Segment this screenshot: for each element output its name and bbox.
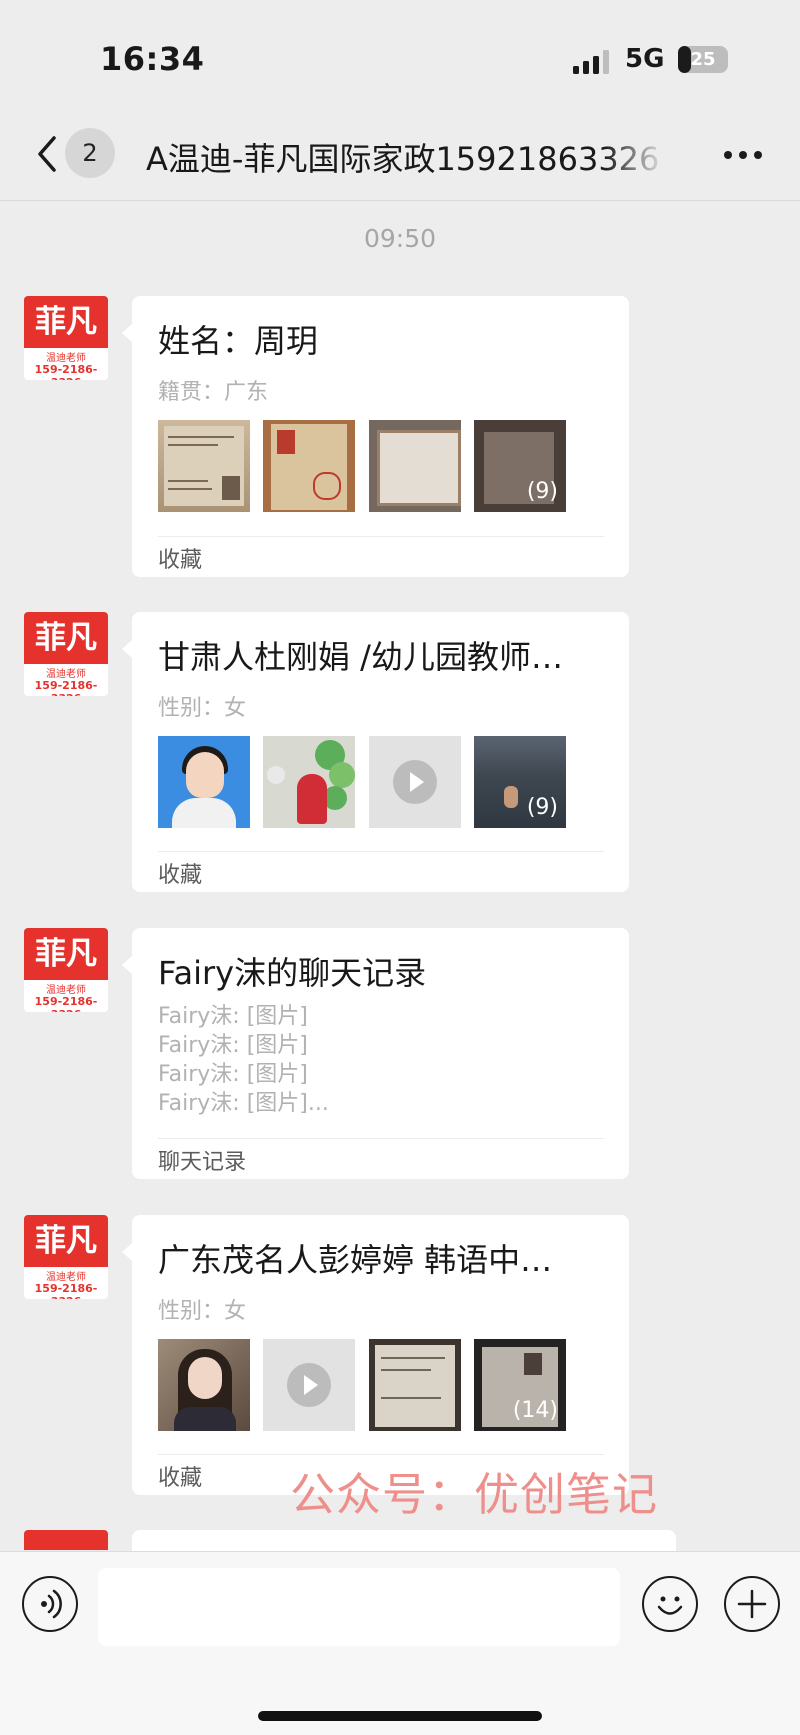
message-input[interactable]	[98, 1568, 620, 1646]
unread-count-badge[interactable]: 2	[65, 128, 115, 178]
card-divider	[158, 536, 604, 537]
chevron-left-icon[interactable]	[28, 132, 68, 176]
avatar-brand: 菲凡	[24, 1215, 108, 1267]
card-footer: 收藏	[158, 548, 203, 573]
thumbnail-video[interactable]	[263, 1339, 355, 1431]
battery-percent: 25	[690, 49, 716, 70]
play-icon[interactable]	[393, 760, 437, 804]
card-title: Fairy沫的聊天记录	[158, 954, 427, 992]
chat-history-line: Fairy沫: [图片]	[158, 1062, 308, 1087]
card-subtitle: 性别：女	[158, 696, 247, 721]
thumbnail-more[interactable]: (9)	[474, 736, 566, 828]
card-footer: 聊天记录	[158, 1150, 247, 1175]
chat-history-line: Fairy沫: [图片]	[158, 1004, 308, 1029]
thumbnail-certificate[interactable]	[158, 420, 250, 512]
avatar-phone: 159-2186-3326	[34, 363, 98, 380]
favorite-card[interactable]: 广东茂名人彭婷婷 韩语中… 性别：女 (14) 收藏	[122, 1215, 629, 1495]
favorite-card[interactable]: 甘肃人杜刚娟 /幼儿园教师… 性别：女 (9) 收藏	[122, 612, 629, 892]
chat-history-line: Fairy沫: [图片]...	[158, 1091, 329, 1116]
avatar-phone: 159-2186-3326	[34, 995, 98, 1012]
card-subtitle: 籍贯：广东	[158, 380, 269, 405]
thumbnail-diploma[interactable]	[263, 420, 355, 512]
watermark-text: 公众号：优创笔记	[290, 1468, 659, 1521]
home-indicator[interactable]	[258, 1711, 542, 1721]
card-title: 姓名：周玥	[158, 322, 319, 360]
card-footer: 收藏	[158, 863, 203, 888]
image-count: (9)	[526, 479, 558, 504]
card-title: 甘肃人杜刚娟 /幼儿园教师…	[158, 638, 563, 676]
card-divider	[158, 1454, 604, 1455]
avatar-brand: 菲凡	[24, 296, 108, 348]
thumbnail-row: (14)	[158, 1339, 618, 1431]
card-divider	[158, 1138, 604, 1139]
card-subtitle: 性别：女	[158, 1299, 247, 1324]
avatar-name: 温迪老师	[46, 1272, 86, 1283]
plus-icon[interactable]	[724, 1576, 780, 1632]
image-count: (9)	[526, 795, 558, 820]
chat-title: A温迪-菲凡国际家政15921863326	[146, 140, 660, 178]
card-title: 广东茂名人彭婷婷 韩语中…	[158, 1241, 553, 1279]
card-divider	[158, 851, 604, 852]
network-type: 5G	[625, 44, 665, 74]
chat-history-preview: Fairy沫: [图片] Fairy沫: [图片] Fairy沫: [图片] F…	[158, 1002, 329, 1118]
play-icon[interactable]	[287, 1363, 331, 1407]
emoji-icon[interactable]	[642, 1576, 698, 1632]
thumbnail-certificate[interactable]	[369, 1339, 461, 1431]
avatar-name: 温迪老师	[46, 669, 86, 680]
chat-history-card[interactable]: Fairy沫的聊天记录 Fairy沫: [图片] Fairy沫: [图片] Fa…	[122, 928, 629, 1179]
avatar[interactable]: 菲凡 温迪老师 159-2186-3326	[24, 1215, 108, 1299]
card-footer: 收藏	[158, 1466, 203, 1491]
avatar-name: 温迪老师	[46, 353, 86, 364]
signal-icon	[573, 50, 609, 74]
avatar-phone: 159-2186-3326	[34, 1282, 98, 1299]
image-count: (14)	[512, 1398, 558, 1423]
thumbnail-video[interactable]	[369, 736, 461, 828]
thumbnail-portrait[interactable]	[158, 736, 250, 828]
thumbnail-more[interactable]: (14)	[474, 1339, 566, 1431]
battery-icon: 25	[678, 46, 728, 73]
chat-history-line: Fairy沫: [图片]	[158, 1033, 308, 1058]
thumbnail-more[interactable]: (9)	[474, 420, 566, 512]
thumbnail-row: (9)	[158, 736, 618, 828]
avatar-name: 温迪老师	[46, 985, 86, 996]
thumbnail-photo[interactable]	[263, 736, 355, 828]
thumbnail-certificate[interactable]	[369, 420, 461, 512]
avatar-brand: 菲凡	[24, 928, 108, 980]
favorite-card[interactable]: 姓名：周玥 籍贯：广东 (9) 收藏	[122, 296, 629, 577]
voice-icon[interactable]	[22, 1576, 78, 1632]
avatar[interactable]: 菲凡 温迪老师 159-2186-3326	[24, 296, 108, 380]
avatar[interactable]: 菲凡 温迪老师 159-2186-3326	[24, 612, 108, 696]
avatar-brand: 菲凡	[24, 612, 108, 664]
ellipsis-icon[interactable]	[722, 140, 764, 170]
avatar[interactable]: 菲凡 温迪老师 159-2186-3326	[24, 928, 108, 1012]
avatar-phone: 159-2186-3326	[34, 679, 98, 696]
thumbnail-portrait[interactable]	[158, 1339, 250, 1431]
thumbnail-row: (9)	[158, 420, 618, 512]
message-timestamp: 09:50	[363, 224, 437, 253]
status-bar: 16:34 5G 25	[0, 0, 800, 110]
input-bar	[0, 1551, 800, 1735]
avatar[interactable]	[24, 1530, 108, 1550]
status-time: 16:34	[100, 40, 205, 78]
chat-header: 2 A温迪-菲凡国际家政15921863326	[0, 110, 800, 201]
